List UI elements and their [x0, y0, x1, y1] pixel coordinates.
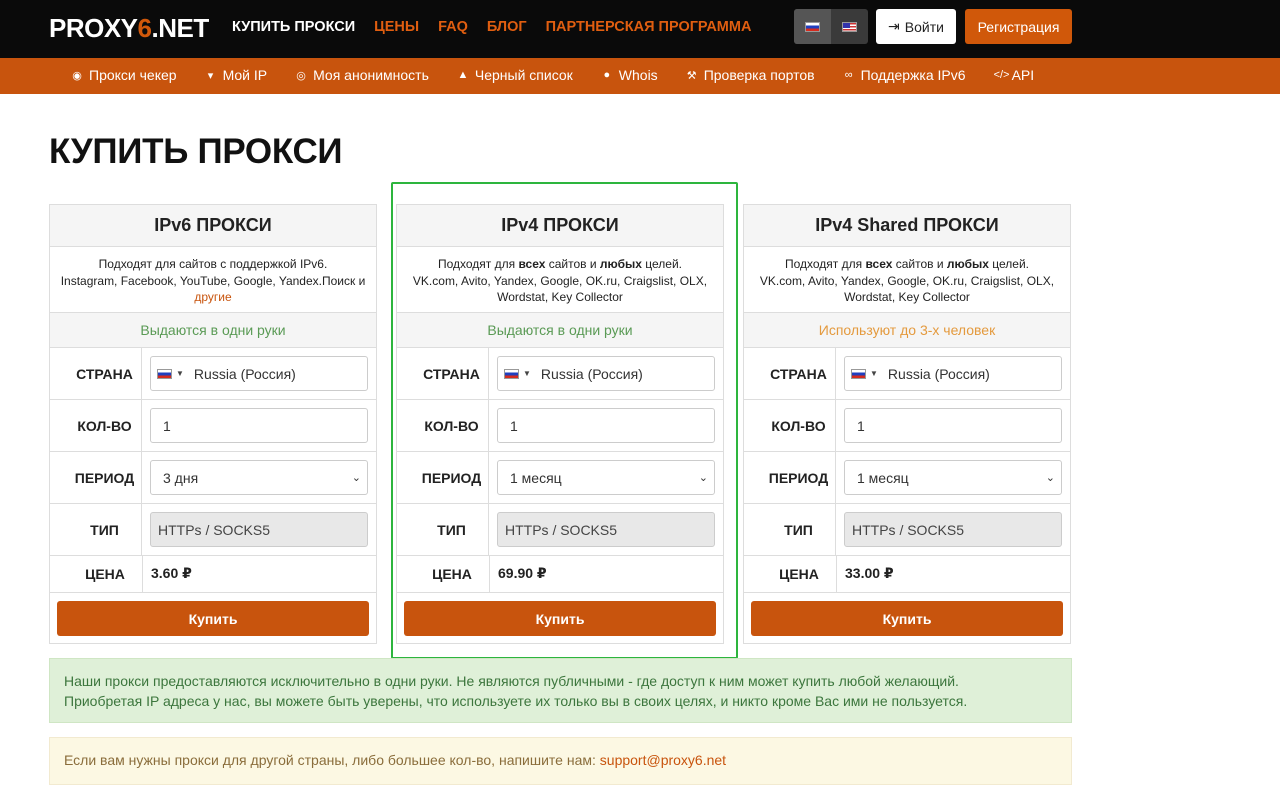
- nav-blog[interactable]: БЛОГ: [487, 19, 527, 35]
- tool-port-check[interactable]: ⚒ Проверка портов: [686, 67, 815, 83]
- buy-button[interactable]: Купить: [751, 601, 1063, 636]
- nav-partner[interactable]: ПАРТНЕРСКАЯ ПРОГРАММА: [546, 19, 752, 35]
- tools-nav: ◉ Прокси чекер ▾ Мой IP ◎ Моя анонимность ▲…: [0, 58, 1280, 94]
- page-title: КУПИТЬ ПРОКСИ: [49, 132, 343, 171]
- selected-card-outline: [391, 182, 738, 659]
- price-row: ЦЕНА 33.00 ₽: [744, 556, 1070, 593]
- qty-input[interactable]: 1: [844, 408, 1062, 443]
- sign-in-icon: ⇥: [888, 18, 900, 34]
- country-select[interactable]: ▼ Russia (Россия): [150, 356, 368, 391]
- top-bar: PROXY6.NET КУПИТЬ ПРОКСИ ЦЕНЫ FAQ БЛОГ П…: [0, 0, 1280, 58]
- link-icon: ∞: [844, 69, 853, 81]
- globe-icon: ●: [603, 69, 611, 81]
- period-select[interactable]: 1 месяц ⌄: [844, 460, 1062, 495]
- main-nav: КУПИТЬ ПРОКСИ ЦЕНЫ FAQ БЛОГ ПАРТНЕРСКАЯ …: [232, 19, 770, 35]
- russia-flag-icon: [805, 21, 820, 32]
- caret-down-icon: ▼: [176, 369, 184, 378]
- check-circle-icon: ◉: [72, 69, 82, 82]
- russia-flag-icon: [851, 368, 866, 379]
- type-field: HTTPs / SOCKS5: [844, 512, 1062, 547]
- tool-whois[interactable]: ● Whois: [601, 67, 657, 83]
- price-value: 33.00 ₽: [845, 565, 894, 581]
- country-row: СТРАНА ▼ Russia (Россия): [744, 348, 1070, 400]
- usa-flag-icon: [842, 21, 857, 32]
- qty-input[interactable]: 1: [150, 408, 368, 443]
- warning-icon: ▲: [457, 69, 469, 81]
- lang-en-button[interactable]: [831, 9, 868, 44]
- register-button[interactable]: Регистрация: [965, 9, 1072, 44]
- buy-button[interactable]: Купить: [57, 601, 369, 636]
- card-ipv4-shared: IPv4 Shared ПРОКСИ Подходят для всех сай…: [743, 204, 1071, 644]
- tool-my-ip[interactable]: ▾ Мой IP: [205, 67, 267, 83]
- qty-row: КОЛ-ВО 1: [744, 400, 1070, 452]
- price-value: 3.60 ₽: [151, 565, 192, 581]
- wrench-icon: ⚒: [686, 69, 697, 82]
- type-field: HTTPs / SOCKS5: [150, 512, 368, 547]
- nav-faq[interactable]: FAQ: [438, 19, 468, 35]
- russia-flag-icon: [157, 368, 172, 379]
- card-title: IPv4 Shared ПРОКСИ: [744, 205, 1070, 247]
- others-link[interactable]: другие: [194, 290, 231, 304]
- language-switcher: [794, 9, 868, 44]
- chevron-down-icon: ⌄: [1045, 472, 1055, 484]
- card-description: Подходят для всех сайтов и любых целей. …: [744, 247, 1070, 313]
- period-row: ПЕРИОД 3 дня ⌄: [50, 452, 376, 504]
- map-marker-icon: ▾: [207, 69, 214, 82]
- card-ipv6: IPv6 ПРОКСИ Подходят для сайтов с поддер…: [49, 204, 377, 644]
- nav-prices[interactable]: ЦЕНЫ: [374, 19, 419, 35]
- country-row: СТРАНА ▼ Russia (Россия): [50, 348, 376, 400]
- tool-proxy-checker[interactable]: ◉ Прокси чекер: [71, 67, 176, 83]
- country-select[interactable]: ▼ Russia (Россия): [844, 356, 1062, 391]
- info-alert: Наши прокси предоставляются исключительн…: [49, 658, 1072, 723]
- lang-ru-button[interactable]: [794, 9, 831, 44]
- period-select[interactable]: 3 дня ⌄: [150, 460, 368, 495]
- tool-ipv6-support[interactable]: ∞ Поддержка IPv6: [843, 67, 966, 83]
- card-title: IPv6 ПРОКСИ: [50, 205, 376, 247]
- chevron-down-icon: ⌄: [351, 472, 361, 484]
- tool-blacklist[interactable]: ▲ Черный список: [457, 67, 572, 83]
- qty-row: КОЛ-ВО 1: [50, 400, 376, 452]
- price-row: ЦЕНА 3.60 ₽: [50, 556, 376, 593]
- contact-alert: Если вам нужны прокси для другой страны,…: [49, 737, 1072, 785]
- card-note: Используют до 3-х человек: [744, 313, 1070, 348]
- support-email-link[interactable]: support@proxy6.net: [600, 752, 726, 768]
- type-row: ТИП HTTPs / SOCKS5: [50, 504, 376, 556]
- tool-api[interactable]: </> API: [994, 67, 1035, 83]
- logo[interactable]: PROXY6.NET: [49, 13, 209, 44]
- caret-down-icon: ▼: [870, 369, 878, 378]
- card-note: Выдаются в одни руки: [50, 313, 376, 348]
- nav-buy-proxy[interactable]: КУПИТЬ ПРОКСИ: [232, 19, 355, 35]
- period-row: ПЕРИОД 1 месяц ⌄: [744, 452, 1070, 504]
- eye-icon: ◎: [296, 69, 306, 82]
- code-icon: </>: [993, 69, 1010, 81]
- card-description: Подходят для сайтов с поддержкой IPv6. I…: [50, 247, 376, 313]
- tool-anonymity[interactable]: ◎ Моя анонимность: [295, 67, 429, 83]
- login-button[interactable]: ⇥ Войти: [876, 9, 956, 44]
- type-row: ТИП HTTPs / SOCKS5: [744, 504, 1070, 556]
